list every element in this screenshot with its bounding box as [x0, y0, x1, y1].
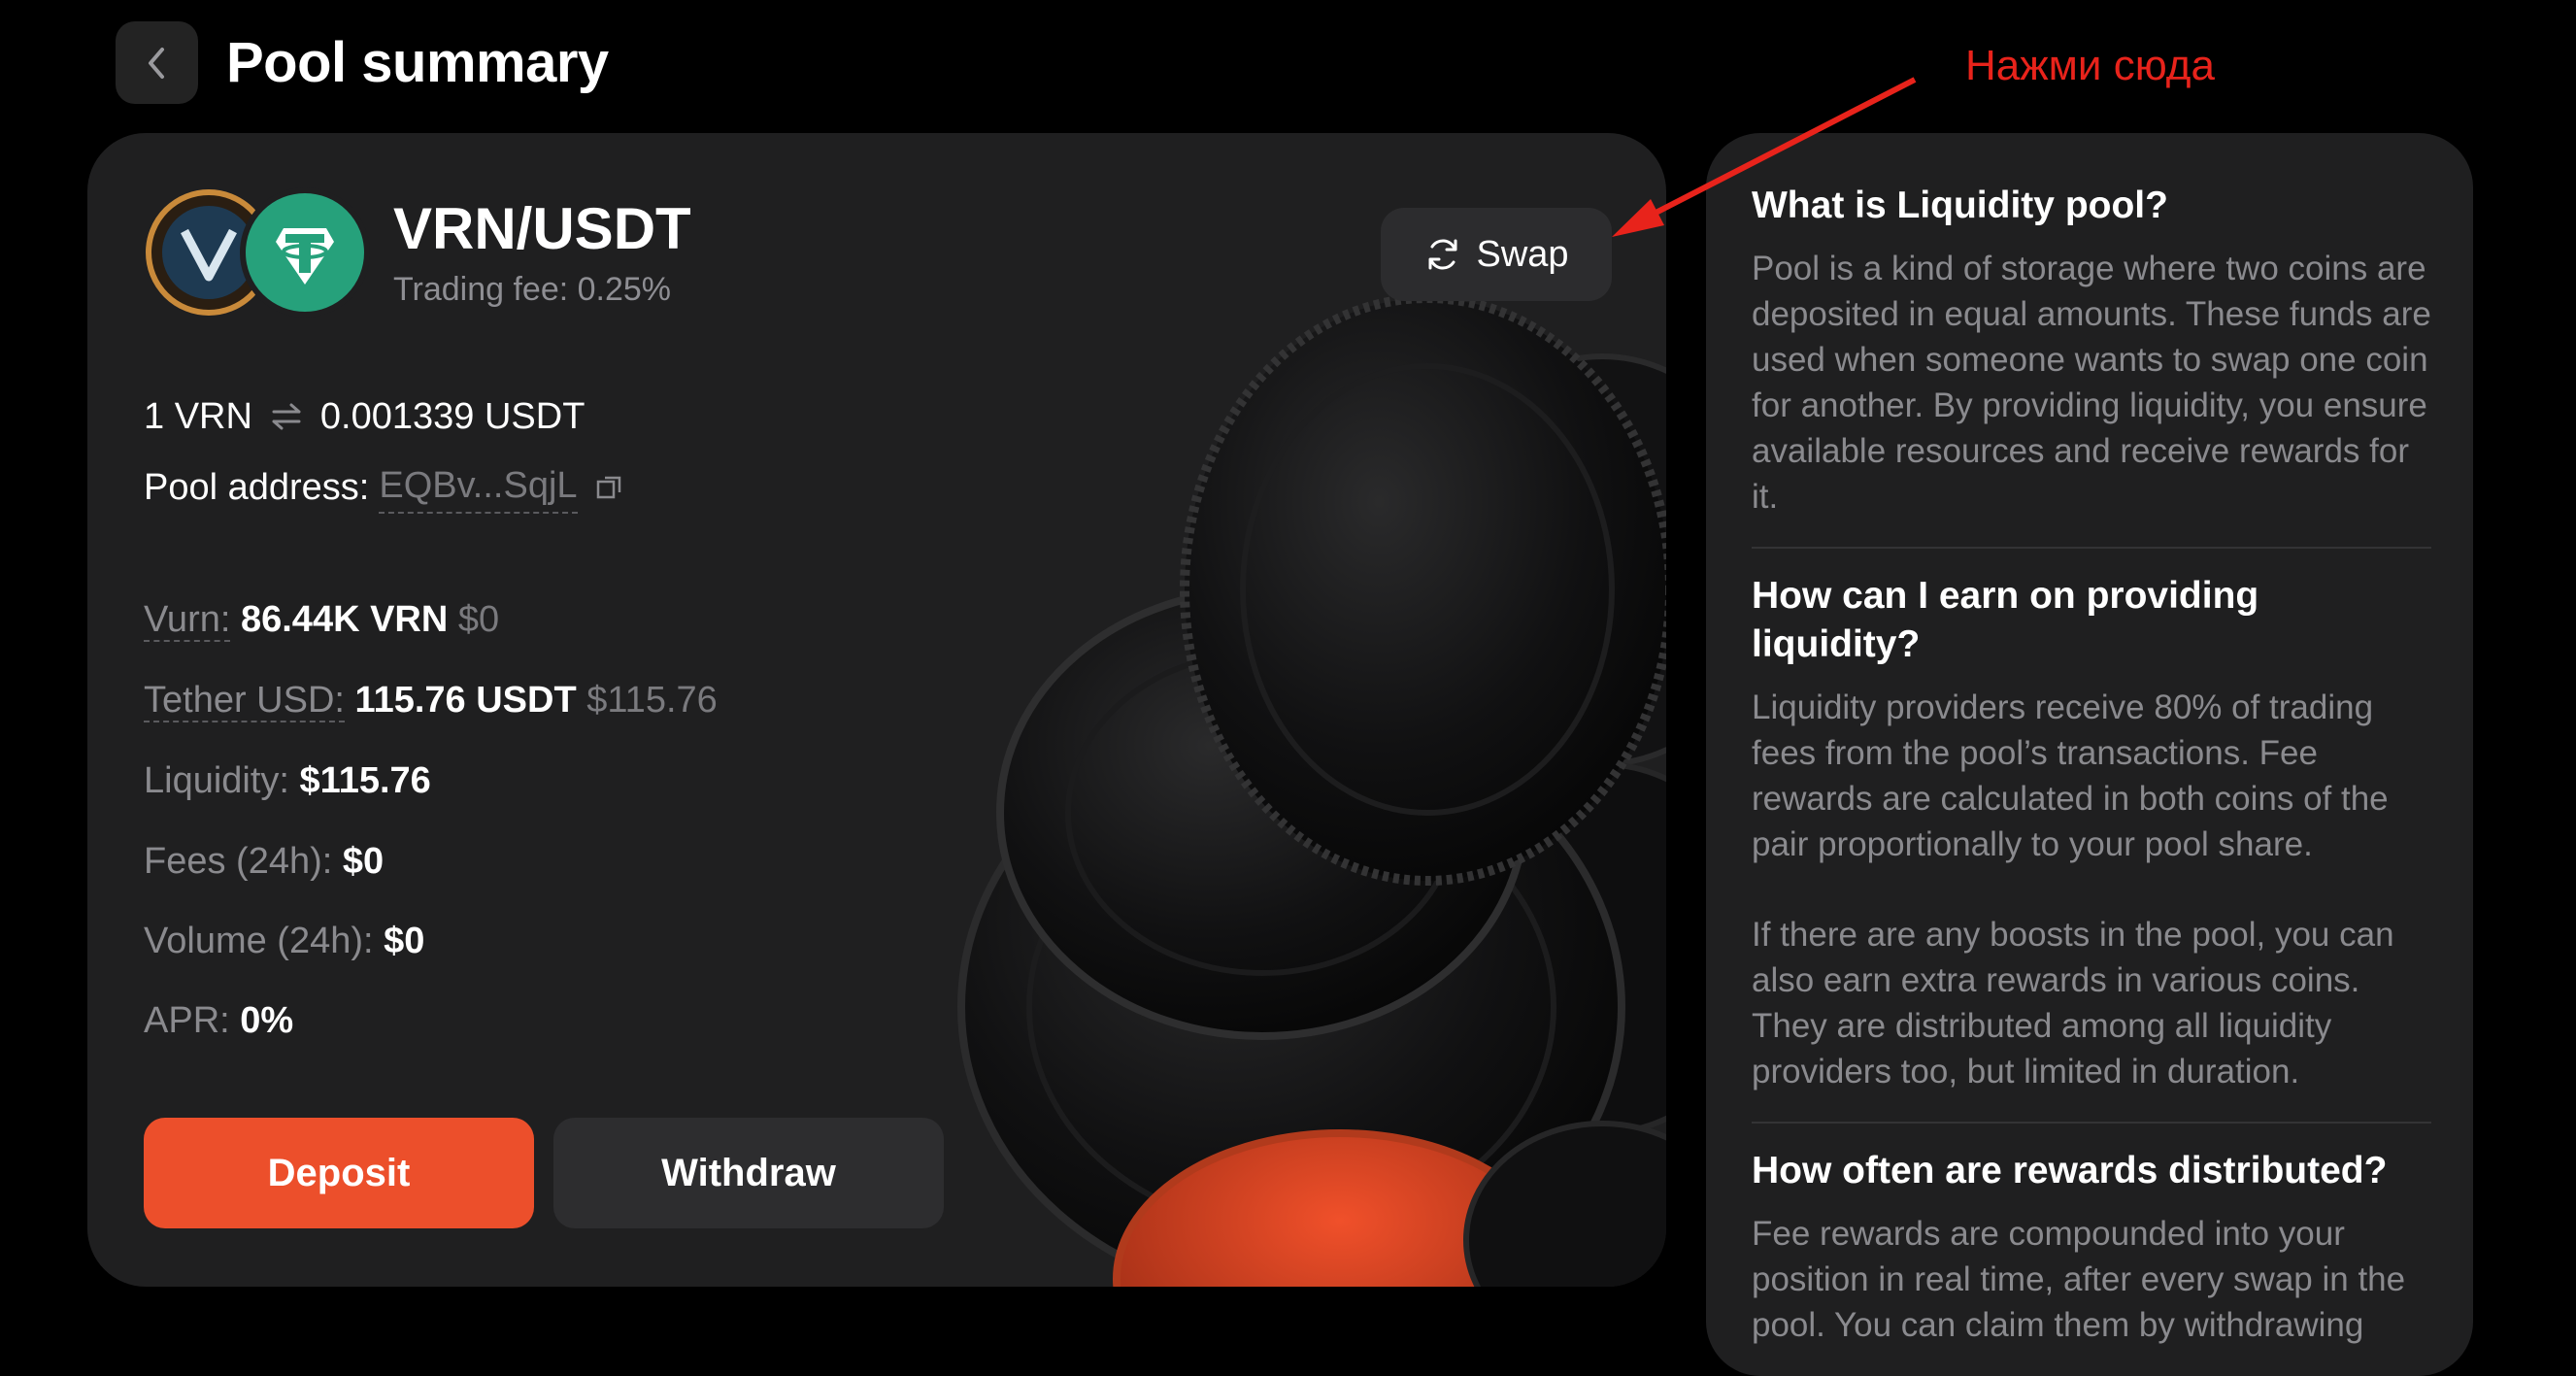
deposit-button[interactable]: Deposit: [144, 1118, 534, 1228]
faq-divider: [1752, 547, 2431, 549]
stat-value: $0: [342, 841, 385, 882]
faq-answer: Pool is a kind of storage where two coin…: [1752, 250, 2431, 516]
exchange-rate: 1 VRN 0.001339 USDT: [144, 393, 585, 440]
page-title: Pool summary: [226, 31, 609, 94]
stat-label[interactable]: Tether USD:: [144, 680, 345, 722]
faq-answer: Fee rewards are compounded into your pos…: [1752, 1215, 2406, 1344]
faq-question: What is Liquidity pool?: [1752, 185, 2168, 226]
stat-value: 115.76 USDT: [354, 680, 577, 721]
stat-usd: $0: [457, 599, 500, 640]
faq-panel: What is Liquidity pool? Pool is a kind o…: [1706, 133, 2473, 1376]
stat-label: Fees (24h):: [144, 841, 333, 882]
chevron-left-icon: [148, 47, 164, 79]
swap-label: Swap: [1476, 233, 1569, 275]
pool-card: VRN/USDT Trading fee: 0.25% Swap 1 VRN 0…: [87, 133, 1666, 1287]
swap-button[interactable]: Swap: [1381, 208, 1612, 301]
annotation-label: Нажми сюда: [1965, 42, 2215, 89]
stat-apr: APR: 0%: [144, 996, 293, 1045]
back-button[interactable]: [116, 21, 198, 104]
stat-label: APR:: [144, 1000, 230, 1041]
usdt-token-icon: [240, 187, 370, 318]
rate-left: 1 VRN: [144, 396, 252, 437]
faq-answer: Liquidity providers receive 80% of tradi…: [1752, 688, 2389, 863]
stat-value: 0%: [240, 1000, 294, 1041]
copy-icon[interactable]: [595, 473, 624, 502]
faq-answer-extra: If there are any boosts in the pool, you…: [1752, 916, 2394, 1091]
pool-address: Pool address: EQBv...SqjL: [144, 461, 624, 514]
stat-vurn: Vurn: 86.44K VRN $0: [144, 595, 499, 644]
stat-label[interactable]: Vurn:: [144, 599, 231, 642]
stat-fees: Fees (24h): $0: [144, 837, 384, 886]
token-pair-icons: [146, 187, 370, 318]
stat-tether: Tether USD: 115.76 USDT $115.76: [144, 676, 718, 724]
stat-value: $115.76: [299, 760, 431, 801]
faq-question: How can I earn on providing liquidity?: [1752, 575, 2259, 665]
faq-divider: [1752, 1122, 2431, 1124]
stat-usd: $115.76: [586, 680, 718, 721]
rate-right: 0.001339 USDT: [319, 396, 585, 437]
pool-address-value[interactable]: EQBv...SqjL: [379, 461, 578, 514]
swap-icon: [1428, 239, 1457, 270]
withdraw-button[interactable]: Withdraw: [553, 1118, 944, 1228]
stat-value: $0: [384, 921, 425, 961]
trading-fee: Trading fee: 0.25%: [393, 271, 672, 308]
stat-value: 86.44K VRN: [240, 599, 449, 640]
exchange-arrows-icon: [272, 403, 301, 430]
pair-name: VRN/USDT: [393, 196, 691, 261]
stat-liquidity: Liquidity: $115.76: [144, 756, 431, 805]
faq-question: How often are rewards distributed?: [1752, 1150, 2388, 1191]
stat-label: Volume (24h):: [144, 921, 374, 961]
stat-volume: Volume (24h): $0: [144, 917, 424, 965]
pool-address-label: Pool address:: [144, 467, 370, 508]
stat-label: Liquidity:: [144, 760, 289, 801]
